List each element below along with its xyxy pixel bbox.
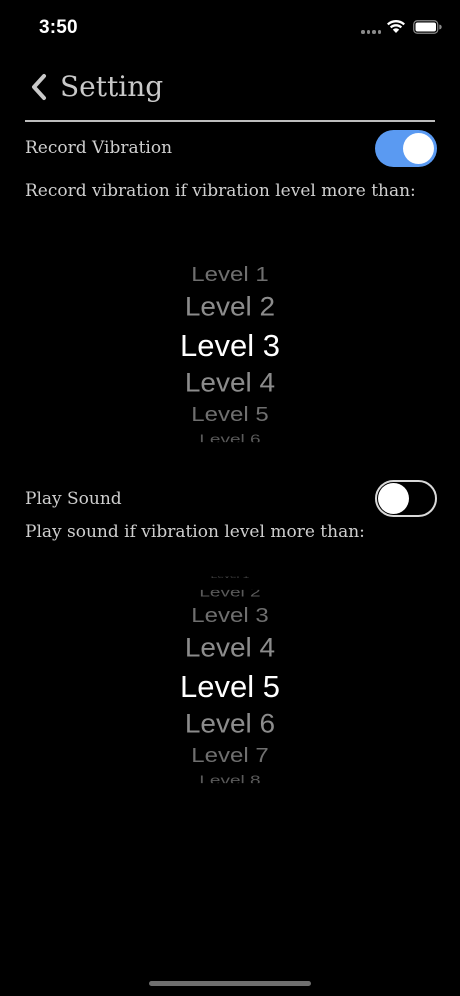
picker-option[interactable]: Level 6 (130, 432, 330, 441)
toggle-knob (378, 483, 409, 514)
picker-option[interactable]: Level 4 (130, 634, 330, 662)
play-sound-description: Play sound if vibration level more than: (25, 522, 365, 542)
play-sound-toggle[interactable] (375, 480, 437, 517)
record-vibration-toggle[interactable] (375, 130, 437, 167)
record-vibration-label: Record Vibration (25, 138, 173, 158)
chevron-left-icon (32, 73, 46, 100)
record-vibration-description: Record vibration if vibration level more… (25, 181, 416, 201)
picker-option[interactable]: Level 2 (130, 589, 330, 598)
status-time: 3:50 (39, 17, 78, 38)
picker-option[interactable]: Level 8 (130, 773, 330, 782)
picker-option[interactable]: Level 6 (130, 710, 330, 738)
picker-option[interactable]: Level 1 (130, 576, 330, 579)
battery-icon (413, 20, 442, 34)
picker-option-selected[interactable]: Level 5 (130, 671, 330, 702)
back-button[interactable]: Setting (28, 70, 163, 103)
picker-option[interactable]: Level 4 (130, 369, 330, 397)
toggle-knob (403, 133, 434, 164)
picker-option[interactable]: Level 3 (130, 605, 330, 626)
picker-option[interactable]: Level 2 (130, 293, 330, 321)
home-indicator (149, 981, 311, 986)
picker-option-selected[interactable]: Level 3 (130, 330, 330, 361)
play-sound-label: Play Sound (25, 489, 122, 509)
picker-option[interactable]: Level 1 (130, 264, 330, 285)
header-divider (25, 120, 435, 122)
picker-option[interactable]: Level 7 (130, 745, 330, 766)
record-vibration-level-picker[interactable]: Level 1 Level 2 Level 3 Level 4 Level 5 Level… (130, 255, 330, 455)
play-sound-level-picker[interactable]: Level 1 Level 2 Level 3 Level 4 Level 5 Level… (130, 570, 330, 800)
wifi-icon (387, 19, 405, 33)
page-title: Setting (60, 70, 164, 103)
status-bar: 3:50 (0, 0, 460, 56)
navigation-bar: Setting (0, 60, 460, 120)
picker-option[interactable]: Level 5 (130, 404, 330, 425)
cellular-signal-icon (361, 30, 381, 34)
